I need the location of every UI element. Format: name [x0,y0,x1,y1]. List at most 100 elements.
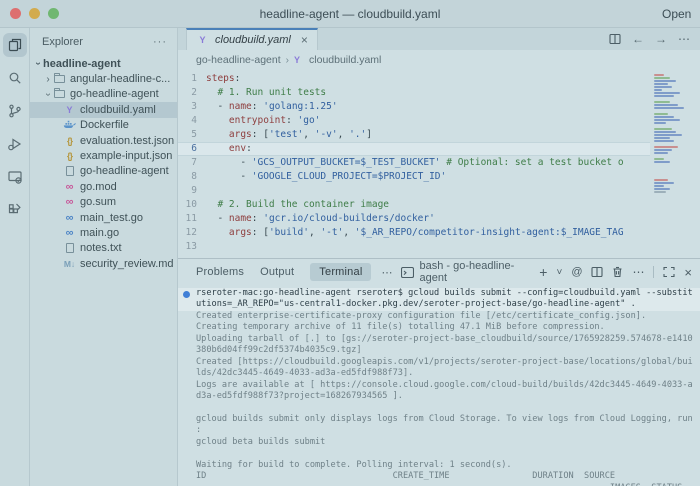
breadcrumb-file[interactable]: cloudbuild.yaml [309,54,381,66]
explorer-header: Explorer ··· [30,28,177,56]
chevron-down-icon[interactable]: › [33,59,44,69]
minimap-line [654,113,668,115]
navigate-forward-icon[interactable]: → [655,32,667,46]
minimap-line [654,77,670,79]
minimap-line [654,107,684,109]
tree-item-security-review-md[interactable]: M↓security_review.md [30,256,177,271]
code-line[interactable]: 6 env: [178,142,650,156]
code-line[interactable]: 4 entrypoint: 'go' [178,114,650,128]
maximize-panel-icon[interactable] [663,266,675,278]
tree-item-dockerfile[interactable]: Dockerfile [30,118,177,133]
go-file-icon: ∞ [63,227,76,239]
minimap-line [654,104,678,106]
code-line[interactable]: 10 # 2. Build the container image [178,198,650,212]
editor-column: Y cloudbuild.yaml × ← → ⋯ go-headline-ag… [178,28,700,486]
tree-item-go-sum[interactable]: ∞go.sum [30,195,177,210]
split-editor-icon[interactable] [609,33,621,45]
titlebar-right-text[interactable]: Open [662,7,700,21]
yaml-icon: Y [294,55,300,65]
code-token: : [235,72,241,86]
tab-close-icon[interactable]: × [301,33,308,47]
tab-cloudbuild-yaml[interactable]: Y cloudbuild.yaml × [186,28,318,50]
tree-item-label: go.sum [80,196,116,208]
code-lines: 1steps:2 # 1. Run unit tests3 - name: 'g… [178,72,650,254]
search-icon[interactable] [3,66,27,90]
breadcrumb-folder[interactable]: go-headline-agent [196,54,281,66]
tree-item-go-headline-agent[interactable]: ›go-headline-agent [30,87,177,102]
go-file-icon: ∞ [63,212,76,224]
panel-more-actions-icon[interactable]: ⋯ [632,265,644,279]
code-line[interactable]: 5 args: ['test', '-v', '.'] [178,128,650,142]
extensions-icon[interactable] [3,198,27,222]
activity-bar [0,28,30,486]
navigate-back-icon[interactable]: ← [632,32,644,46]
line-number: 8 [178,170,206,184]
close-panel-icon[interactable]: × [684,265,692,280]
code-line[interactable]: 3 - name: 'golang:1.25' [178,100,650,114]
terminal-session-select[interactable]: bash - go-headline-agent [401,260,530,284]
launch-profile-icon[interactable]: @ [571,266,582,278]
minimap-line [654,116,674,118]
tree-item-evaluation-test-json[interactable]: {}evaluation.test.json [30,133,177,148]
tree-item-example-input-json[interactable]: {}example-input.json [30,148,177,163]
code-token: - [206,170,252,184]
tree-item-main-test-go[interactable]: ∞main_test.go [30,210,177,225]
tree-item-label: notes.txt [80,242,122,254]
panel-tab-problems[interactable]: Problems [196,266,244,278]
tree-item-angular-headline-c-[interactable]: ›angular-headline-c... [30,71,177,86]
tree-item-go-headline-agent[interactable]: go-headline-agent [30,164,177,179]
code-line[interactable]: 2 # 1. Run unit tests [178,86,650,100]
code-line[interactable]: 11 - name: 'gcr.io/cloud-builders/docker… [178,212,650,226]
code-line[interactable]: 1steps: [178,72,650,86]
editor-more-actions-icon[interactable]: ⋯ [678,32,690,46]
terminal-output[interactable]: rseroter-mac:go-headline-agent rseroter$… [178,285,700,486]
minimap-line [654,89,662,91]
panel-tabs: Problems Output Terminal [196,263,381,281]
code-line[interactable]: 8 - 'GOOGLE_CLOUD_PROJECT=$PROJECT_ID' [178,170,650,184]
minimap-line [654,128,672,130]
command-decoration-dot[interactable] [183,291,190,298]
explorer-sidebar: Explorer ··· ›headline-agent›angular-hea… [30,28,178,486]
explorer-more-actions-icon[interactable]: ··· [153,36,167,48]
minimap-line [654,179,668,181]
code-token: - [206,100,229,114]
minimap-line [654,119,680,121]
divider [653,266,654,278]
tree-item-main-go[interactable]: ∞main.go [30,225,177,240]
tree-item-cloudbuild-yaml[interactable]: Ycloudbuild.yaml [30,102,177,117]
tree-item-go-mod[interactable]: ∞go.mod [30,179,177,194]
code-token: 'build' [269,226,309,240]
tree-item-headline-agent[interactable]: ›headline-agent [30,56,177,71]
panel-tab-output[interactable]: Output [260,266,294,278]
terminal-dropdown-icon[interactable]: ˅ [556,267,562,278]
minimap-line [654,92,680,94]
minimap[interactable] [654,74,698,258]
chevron-down-icon[interactable]: › [43,89,54,99]
code-editor[interactable]: 1steps:2 # 1. Run unit tests3 - name: 'g… [178,70,700,258]
code-line[interactable]: 7 - 'GCS_OUTPUT_BUCKET=$_TEST_BUCKET' # … [178,156,650,170]
terminal-session-label: bash - go-headline-agent [419,260,530,284]
minimap-line [654,122,666,124]
minimap-line [654,134,682,136]
source-control-icon[interactable] [3,99,27,123]
code-line[interactable]: 12 args: ['build', '-t', '$_AR_REPO/comp… [178,226,650,240]
terminal-output-line: 380b6d04ff99c2df5374b4035c9.tgz] [178,345,700,356]
chevron-right-icon[interactable]: › [43,74,53,85]
code-line[interactable]: 13 [178,240,650,254]
code-token [206,226,229,240]
code-token: , [303,128,314,142]
code-line[interactable]: 9 [178,184,650,198]
explorer-icon[interactable] [3,33,27,57]
minimap-line [654,191,666,193]
remote-explorer-icon[interactable] [3,165,27,189]
docker-whale-icon [63,120,76,130]
tree-item-label: security_review.md [80,258,174,270]
panel-tabs-overflow-icon[interactable]: ⋯ [381,266,393,279]
tree-item-notes-txt[interactable]: notes.txt [30,241,177,256]
run-debug-icon[interactable] [3,132,27,156]
kill-terminal-icon[interactable] [612,266,623,278]
new-terminal-icon[interactable]: + [539,264,547,280]
split-terminal-icon[interactable] [591,266,603,278]
go-mod-icon: ∞ [63,181,76,193]
panel-tab-terminal[interactable]: Terminal [310,263,371,281]
